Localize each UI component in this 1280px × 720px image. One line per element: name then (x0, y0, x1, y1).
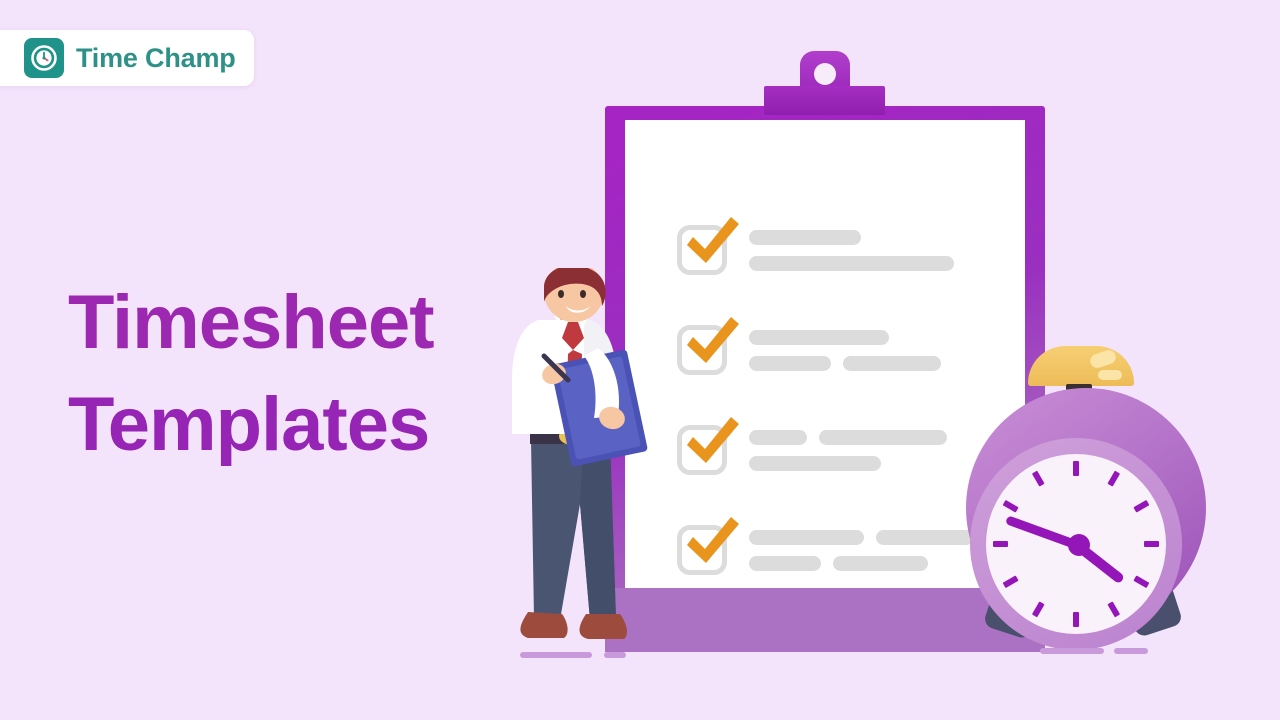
clock-tick (1002, 499, 1019, 513)
placeholder-bar (749, 456, 881, 471)
placeholder-bar (819, 430, 947, 445)
clock-bell-highlight-2 (1098, 370, 1122, 380)
alarm-clock-illustration (950, 340, 1220, 650)
clock-face (986, 454, 1166, 634)
clock-tick (993, 541, 1008, 547)
placeholder-bar (749, 256, 954, 271)
clock-case (966, 388, 1206, 650)
businessman-illustration (498, 262, 648, 660)
placeholder-bar (749, 356, 831, 371)
clock-tick (1073, 461, 1079, 476)
clock-tick (1133, 499, 1150, 513)
checklist-text-placeholder (749, 230, 1007, 282)
checkmark-icon (681, 215, 743, 271)
clock-icon (24, 38, 64, 78)
checkmark-icon (681, 415, 743, 471)
placeholder-bar (749, 530, 864, 545)
clock-tick (1107, 470, 1121, 487)
placeholder-bar (749, 556, 821, 571)
clock-tick (1133, 575, 1150, 589)
page-title-line-1: Timesheet (68, 280, 435, 365)
placeholder-bar (843, 356, 941, 371)
placeholder-bar (749, 430, 807, 445)
brand-logo-badge[interactable]: Time Champ (0, 30, 254, 86)
clock-center-pin (1068, 534, 1090, 556)
page-title: Timesheet Templates (68, 272, 498, 476)
ground-dash-1 (520, 652, 592, 658)
placeholder-bar (749, 230, 861, 245)
clock-bell-icon (1028, 346, 1134, 386)
checkmark-icon (681, 315, 743, 371)
ground-dash-4 (1114, 648, 1148, 654)
clock-tick (1073, 612, 1079, 627)
clock-tick (1002, 575, 1019, 589)
placeholder-bar (833, 556, 928, 571)
clock-tick (1031, 470, 1045, 487)
clipboard-clip-icon (764, 51, 885, 115)
brand-name: Time Champ (76, 42, 236, 73)
ground-dash-2 (604, 652, 626, 658)
checklist-row[interactable] (677, 217, 1007, 325)
page-title-line-2: Templates (68, 381, 430, 467)
clock-tick (1031, 601, 1045, 618)
checkmark-icon (681, 515, 743, 571)
ground-dash-3 (1040, 648, 1104, 654)
clock-bell-highlight (1088, 348, 1118, 370)
banner-canvas: Timesheet Templates Time Champ (0, 0, 1280, 720)
clock-bezel (970, 438, 1182, 650)
clip-bar (764, 86, 885, 115)
clock-tick (1107, 601, 1121, 618)
placeholder-bar (749, 330, 889, 345)
clock-tick (1144, 541, 1159, 547)
